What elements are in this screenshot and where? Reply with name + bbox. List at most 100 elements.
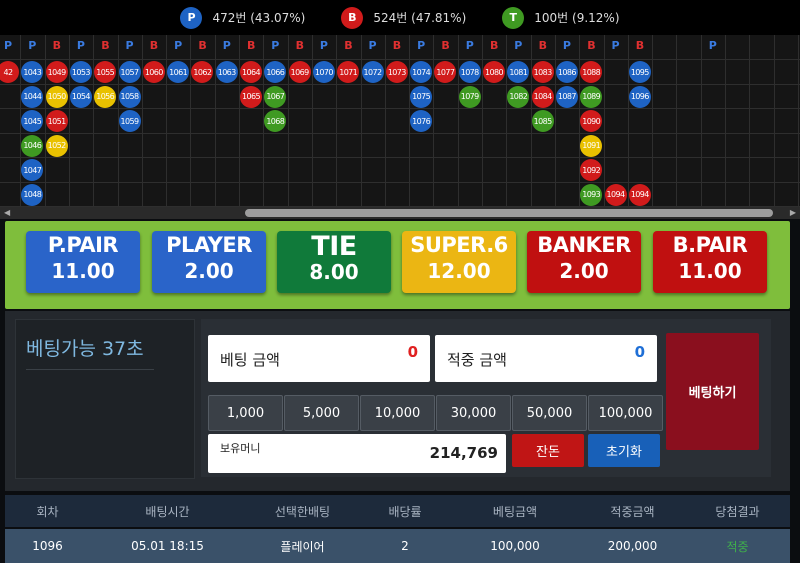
road-cell: 1089 <box>580 85 603 108</box>
bet-player-pair-button[interactable]: P.PAIR 11.00 <box>26 231 140 293</box>
road-cell: 1077 <box>434 61 457 83</box>
road-cell: 1075 <box>410 85 433 108</box>
road-header-cell: P <box>368 39 377 52</box>
road-header-cell: B <box>101 39 110 52</box>
road-cell: 1084 <box>531 85 554 108</box>
chip-10000-button[interactable]: 10,000 <box>360 395 435 431</box>
road-cell: 1070 <box>312 61 335 83</box>
banker-badge: B <box>341 6 364 29</box>
chip-50000-button[interactable]: 50,000 <box>512 395 587 431</box>
road-header-cell: B <box>344 39 353 52</box>
row-result: 적중 <box>726 539 749 554</box>
road-cell: 1045 <box>21 110 44 132</box>
bet-super6-button[interactable]: SUPER.6 12.00 <box>402 231 516 293</box>
chip-30000-button[interactable]: 30,000 <box>436 395 511 431</box>
road-cell: 1093 <box>580 183 603 206</box>
col-result: 당첨결과 <box>715 504 760 519</box>
grid-line <box>0 59 800 60</box>
road-header-cell: P <box>28 39 37 52</box>
road-header-cell: B <box>295 39 304 52</box>
road-cell: 1092 <box>580 159 603 181</box>
road-cell: 1064 <box>240 61 262 83</box>
chip-1000-button[interactable]: 1,000 <box>208 395 283 431</box>
bet-tie-button[interactable]: TIE 8.00 <box>277 231 391 293</box>
bet-option-odds: 8.00 <box>309 260 359 284</box>
road-header-cell: P <box>611 39 620 52</box>
road-header-cell: P <box>514 39 523 52</box>
road-cell: 1050 <box>45 85 68 108</box>
road-cell: 1067 <box>264 85 287 108</box>
win-amount-field: 적중 금액 0 <box>435 335 657 382</box>
road-header-cell: P <box>174 39 183 52</box>
row-bet-time: 05.01 18:15 <box>131 539 204 553</box>
bet-options-bar: P.PAIR 11.00 PLAYER 2.00 TIE 8.00 SUPER.… <box>5 221 790 309</box>
bet-option-name: PLAYER <box>166 233 252 257</box>
road-cell: 1080 <box>483 61 505 83</box>
scroll-thumb[interactable] <box>245 209 773 217</box>
col-bet-time: 배팅시간 <box>145 504 190 519</box>
scroll-left-icon[interactable]: ◀ <box>4 208 10 217</box>
row-round: 1096 <box>32 539 63 553</box>
road-cell: 1091 <box>580 134 603 157</box>
chip-5000-button[interactable]: 5,000 <box>284 395 359 431</box>
win-amount-label: 적중 금액 <box>447 351 507 369</box>
road-cell: 1095 <box>628 61 651 83</box>
tie-stat: T 100번 (9.12%) <box>502 6 620 29</box>
change-button[interactable]: 잔돈 <box>512 434 584 467</box>
win-amount-value: 0 <box>634 343 645 361</box>
road-header-cell: B <box>52 39 61 52</box>
bet-option-name: P.PAIR <box>47 233 119 257</box>
banker-stat-label: 524번 (47.81%) <box>373 11 467 25</box>
road-header-cell: B <box>392 39 402 52</box>
grid-line <box>0 108 800 109</box>
road-cell: 1044 <box>21 85 44 108</box>
bet-amount-label: 베팅 금액 <box>220 351 280 369</box>
bet-option-odds: 11.00 <box>51 259 115 283</box>
place-bet-button[interactable]: 베팅하기 <box>666 333 759 450</box>
bet-option-odds: 11.00 <box>678 259 742 283</box>
row-odds: 2 <box>401 539 409 553</box>
grid-line <box>0 83 800 85</box>
col-odds: 배당률 <box>388 504 422 519</box>
road-cell: 1086 <box>555 61 578 83</box>
col-bet-amount: 베팅금액 <box>492 504 538 519</box>
grid-line <box>0 132 800 134</box>
bet-banker-pair-button[interactable]: B.PAIR 11.00 <box>653 231 767 293</box>
road-scrollbar[interactable]: ◀ ▶ <box>0 207 800 219</box>
row-win-amount: 200,000 <box>607 539 658 553</box>
road-cell: 1060 <box>142 61 165 83</box>
col-selected-bet: 선택한배팅 <box>274 504 331 519</box>
reset-button[interactable]: 초기화 <box>588 434 660 467</box>
road-header-cell: B <box>247 39 256 52</box>
road-header-cell: P <box>708 39 717 52</box>
road-cell: 1096 <box>628 85 651 108</box>
road-header-cell: B <box>149 39 159 52</box>
road-header-cell: P <box>125 39 134 52</box>
bet-player-button[interactable]: PLAYER 2.00 <box>152 231 266 293</box>
road-cell: 1055 <box>94 61 117 83</box>
road-cell: 1094 <box>628 183 651 206</box>
road-header-cell: P <box>562 39 571 52</box>
table-row: 1096 05.01 18:15 플레이어 2 100,000 200,000 … <box>5 529 790 563</box>
balance-field: 보유머니 214,769 <box>208 434 506 473</box>
balance-label: 보유머니 <box>220 442 261 455</box>
road-cell: 1081 <box>507 61 530 83</box>
road-cell: 1058 <box>118 85 141 108</box>
road-header-cell: B <box>198 39 207 52</box>
road-cell: 1054 <box>69 85 92 108</box>
tie-badge: T <box>502 6 525 29</box>
chip-100000-button[interactable]: 100,000 <box>588 395 663 431</box>
bet-amount-value: 0 <box>407 343 418 361</box>
player-stat: P 472번 (43.07%) <box>180 6 305 29</box>
road-cell: 42 <box>0 61 19 83</box>
road-cell: 1049 <box>45 61 68 83</box>
scroll-right-icon[interactable]: ▶ <box>790 208 796 217</box>
road-cell: 1059 <box>118 110 141 132</box>
betting-timer: 베팅가능 37초 <box>26 334 154 370</box>
bet-banker-button[interactable]: BANKER 2.00 <box>527 231 641 293</box>
road-header-cell: B <box>587 39 596 52</box>
road-cell: 1090 <box>580 110 603 132</box>
history-table-header: 회차 배팅시간 선택한배팅 배당률 베팅금액 적중금액 당첨결과 <box>5 495 790 527</box>
bet-option-name: TIE <box>311 231 357 262</box>
bet-option-odds: 2.00 <box>184 259 234 283</box>
